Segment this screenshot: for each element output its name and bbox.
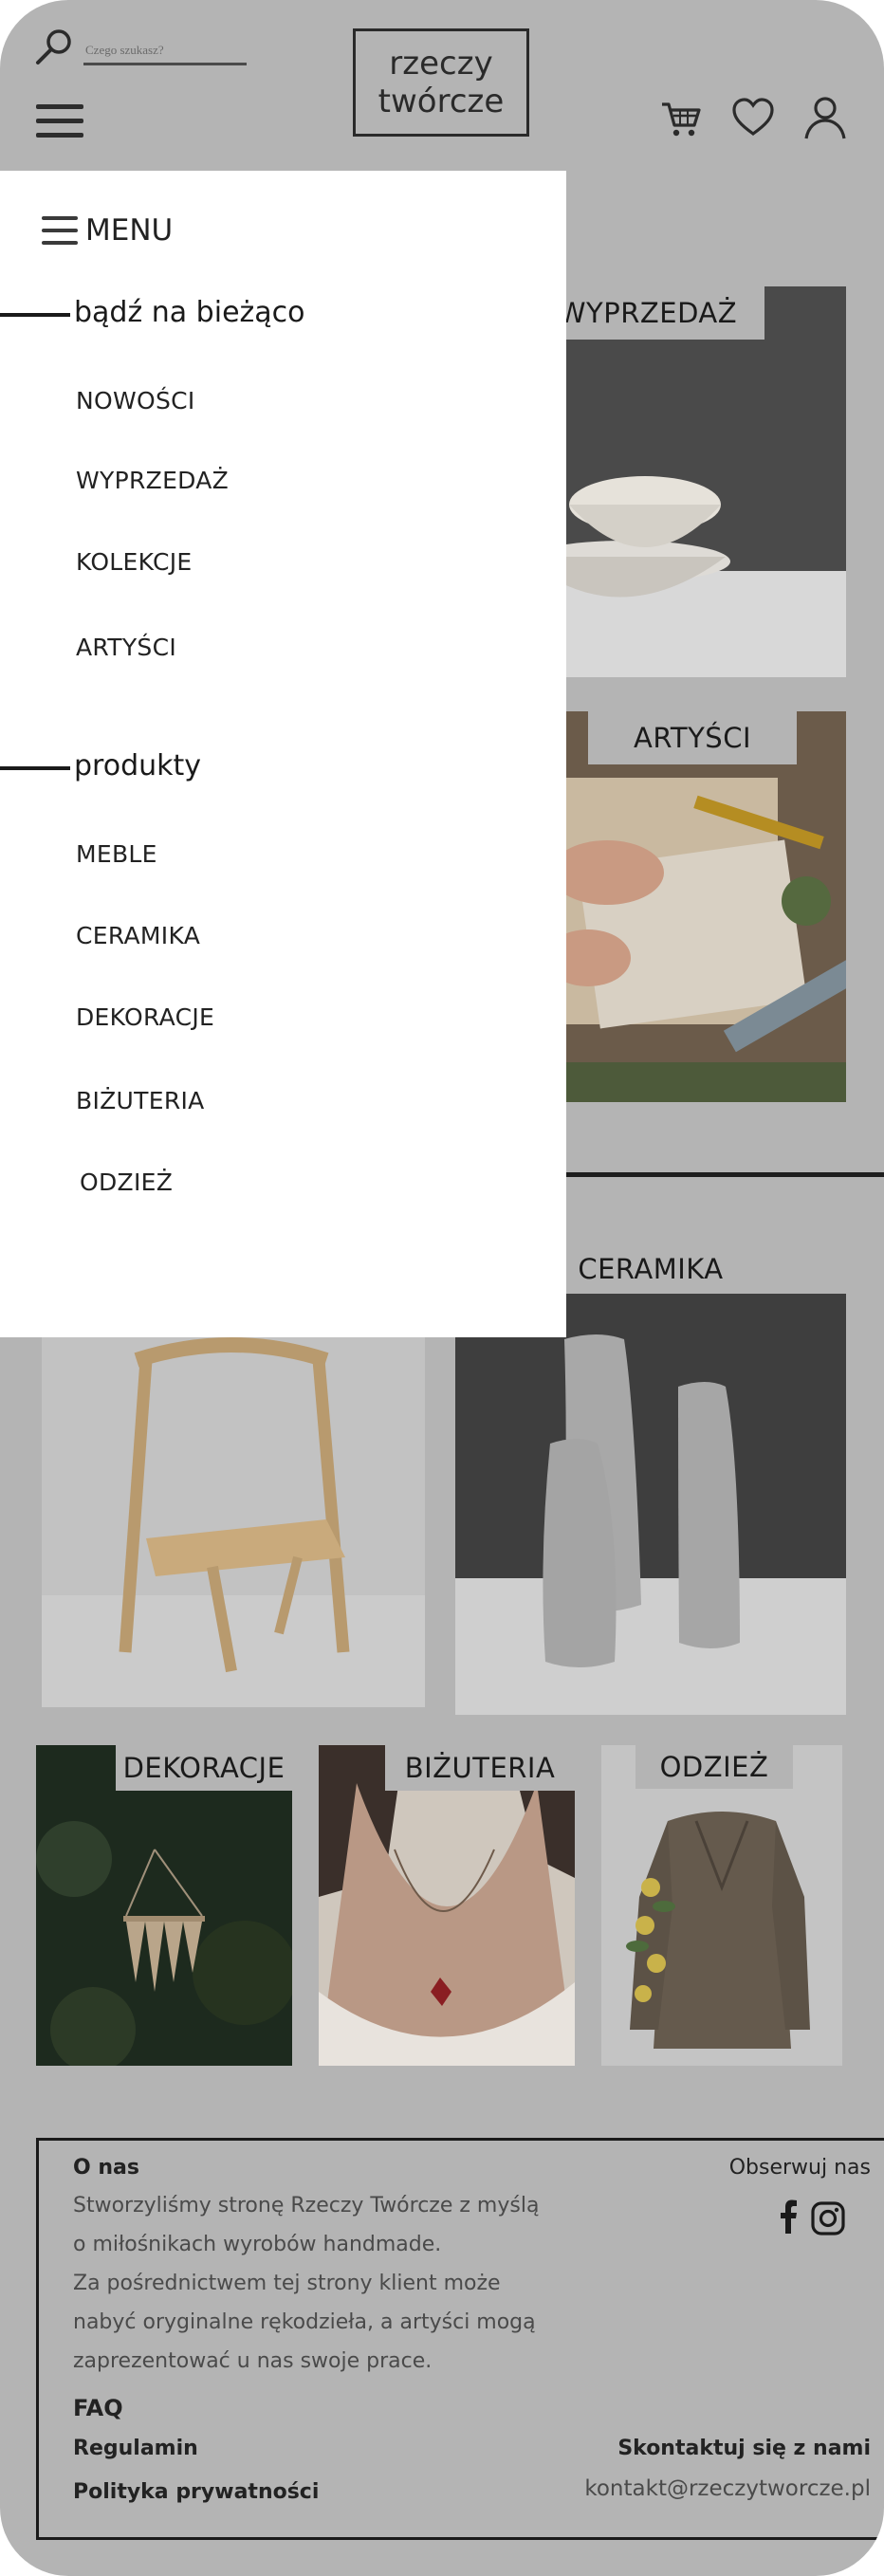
logo[interactable]: rzeczy twórcze — [353, 28, 529, 137]
section-line — [0, 313, 70, 317]
menu-header[interactable]: MENU — [42, 209, 173, 252]
menu-title: MENU — [85, 213, 174, 248]
contact-title: Skontaktuj się z nami — [617, 2437, 871, 2460]
odziez-sweater-image — [601, 1745, 842, 2066]
menu-item-kolekcje[interactable]: KOLEKCJE — [76, 548, 192, 576]
menu-item-artysci[interactable]: ARTYŚCI — [76, 634, 176, 661]
facebook-icon[interactable] — [778, 2199, 799, 2234]
privacy-link[interactable]: Polityka prywatności — [73, 2480, 319, 2504]
about-line: Stworzyliśmy stronę Rzeczy Twórcze z myś… — [73, 2194, 540, 2217]
app-screen: rzeczy twórcze WYPRZEDAŻ — [0, 0, 884, 2576]
menu-item-nowosci[interactable]: NOWOŚCI — [76, 387, 195, 414]
logo-line-2: twórcze — [378, 83, 505, 120]
tile-label: BIŻUTERIA — [385, 1745, 575, 1791]
search-underline — [83, 63, 247, 65]
bizuteria-necklace-image — [319, 1745, 575, 2066]
tile-odziez[interactable]: ODZIEŻ — [601, 1745, 842, 2066]
hamburger-icon[interactable] — [36, 102, 85, 140]
menu-item-bizuteria[interactable]: BIŻUTERIA — [76, 1087, 205, 1114]
follow-title: Obserwuj nas — [728, 2156, 871, 2180]
about-line: nabyć oryginalne rękodzieła, a artyści m… — [73, 2310, 536, 2334]
regulamin-link[interactable]: Regulamin — [73, 2437, 198, 2460]
tile-label: DEKORACJE — [116, 1745, 292, 1791]
wyprzedaz-bowls-image — [531, 286, 846, 677]
menu-item-ceramika[interactable]: CERAMIKA — [76, 922, 200, 949]
contact-email-link[interactable]: kontakt@rzeczytworcze.pl — [584, 2476, 871, 2501]
section-title-stay-updated: bądź na bieżąco — [74, 296, 305, 329]
about-text: Stworzyliśmy stronę Rzeczy Twórcze z myś… — [73, 2186, 539, 2381]
section-line — [0, 766, 70, 770]
menu-item-odziez[interactable]: ODZIEŻ — [80, 1168, 173, 1196]
tile-artysci[interactable]: ARTYŚCI — [531, 711, 846, 1102]
tile-label: ODZIEŻ — [635, 1745, 793, 1789]
tile-bizuteria[interactable]: BIŻUTERIA — [319, 1745, 575, 2066]
tile-label: CERAMIKA — [550, 1244, 751, 1294]
menu-item-meble[interactable]: MEBLE — [76, 840, 157, 868]
artysci-workshop-image — [531, 711, 846, 1102]
heart-icon[interactable] — [730, 95, 776, 140]
tile-wyprzedaz[interactable]: WYPRZEDAŻ — [531, 286, 846, 677]
instagram-icon[interactable] — [811, 2201, 845, 2236]
footer: O nas Stworzyliśmy stronę Rzeczy Twórcze… — [36, 2138, 884, 2540]
hamburger-icon[interactable] — [42, 214, 78, 247]
section-divider — [531, 1172, 884, 1177]
about-line: zaprezentować u nas swoje prace. — [73, 2349, 433, 2373]
faq-link[interactable]: FAQ — [73, 2395, 123, 2421]
about-title: O nas — [73, 2156, 139, 2180]
dekoracje-macrame-image — [36, 1745, 292, 2066]
tile-label: ARTYŚCI — [588, 711, 797, 764]
menu-item-wyprzedaz[interactable]: WYPRZEDAŻ — [76, 467, 229, 494]
about-line: Za pośrednictwem tej strony klient może — [73, 2272, 501, 2295]
search-input[interactable] — [85, 40, 245, 61]
logo-line-1: rzeczy — [389, 45, 493, 83]
side-menu: MENU bądź na bieżąco NOWOŚCI WYPRZEDAŻ K… — [0, 171, 566, 1337]
about-line: o miłośnikach wyrobów handmade. — [73, 2233, 442, 2256]
user-icon[interactable] — [802, 95, 848, 140]
section-title-products: produkty — [74, 749, 202, 782]
menu-item-dekoracje[interactable]: DEKORACJE — [76, 1003, 214, 1031]
tile-dekoracje[interactable]: DEKORACJE — [36, 1745, 292, 2066]
search-icon[interactable] — [34, 27, 76, 68]
cart-icon[interactable] — [658, 95, 704, 140]
